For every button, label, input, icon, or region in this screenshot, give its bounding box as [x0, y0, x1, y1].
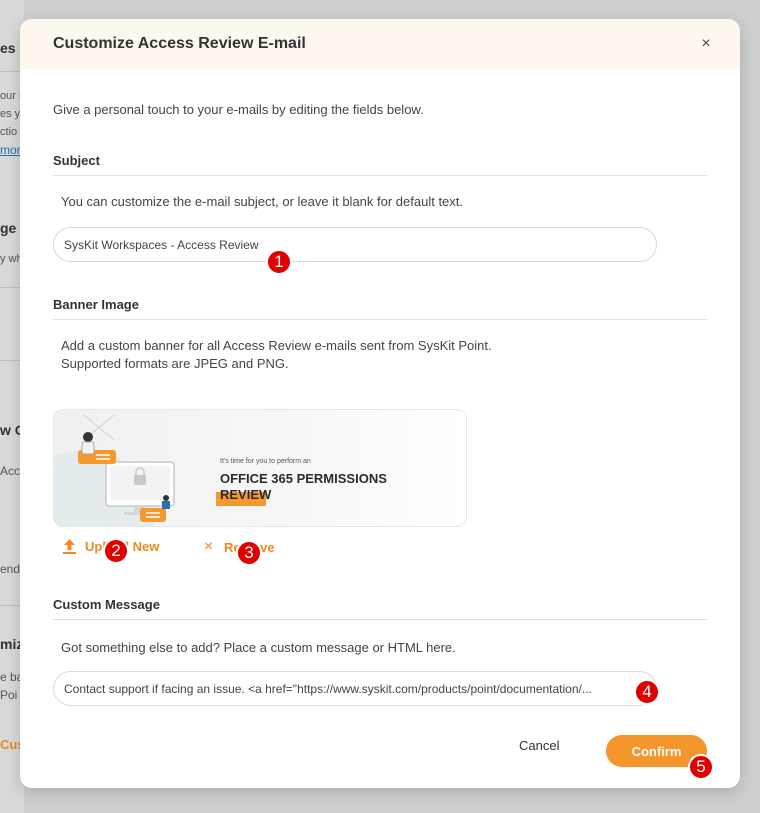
- bg-fragment: ctio: [0, 126, 18, 138]
- bg-fragment: Poi: [0, 688, 18, 702]
- banner-help-line2: Supported formats are JPEG and PNG.: [61, 356, 289, 371]
- banner-heading-line1: OFFICE 365 PERMISSIONS: [220, 471, 387, 486]
- bg-fragment: ge: [0, 220, 17, 236]
- banner-illustration: It's time for you to perform an OFFICE 3…: [54, 414, 387, 526]
- bg-fragment: es: [0, 40, 16, 56]
- banner-heading-line2: REVIEW: [220, 487, 272, 502]
- subject-input[interactable]: SysKit Workspaces - Access Review: [53, 227, 657, 262]
- custom-message-section-title: Custom Message: [53, 597, 707, 620]
- custom-message-input[interactable]: Contact support if facing an issue. <a h…: [53, 671, 657, 706]
- banner-help-line1: Add a custom banner for all Access Revie…: [61, 338, 492, 353]
- bg-fragment: es y: [0, 108, 21, 120]
- upload-icon: [63, 539, 76, 554]
- banner-section-title: Banner Image: [53, 297, 707, 320]
- banner-tagline: It's time for you to perform an: [220, 458, 311, 465]
- annotation-badge: 1: [266, 249, 292, 275]
- dialog-header: Customize Access Review E-mail ×: [20, 19, 740, 69]
- customize-email-dialog: Customize Access Review E-mail × Give a …: [20, 19, 740, 788]
- intro-text: Give a personal touch to your e-mails by…: [53, 102, 424, 117]
- remove-icon: ×: [203, 538, 214, 555]
- bg-fragment: end: [0, 562, 21, 576]
- dialog-title: Customize Access Review E-mail: [53, 35, 306, 52]
- close-icon[interactable]: ×: [696, 34, 716, 54]
- annotation-badge: 3: [236, 540, 262, 566]
- annotation-badge: 2: [103, 538, 129, 564]
- annotation-badge: 4: [634, 679, 660, 705]
- bg-fragment-link: mor: [0, 143, 21, 157]
- annotation-badge: 5: [688, 754, 714, 780]
- subject-section-title: Subject: [53, 153, 707, 176]
- banner-image-preview: It's time for you to perform an OFFICE 3…: [53, 409, 467, 527]
- cancel-button[interactable]: Cancel: [519, 738, 559, 753]
- subject-help-text: You can customize the e-mail subject, or…: [61, 194, 464, 209]
- custom-message-help-text: Got something else to add? Place a custo…: [61, 640, 456, 655]
